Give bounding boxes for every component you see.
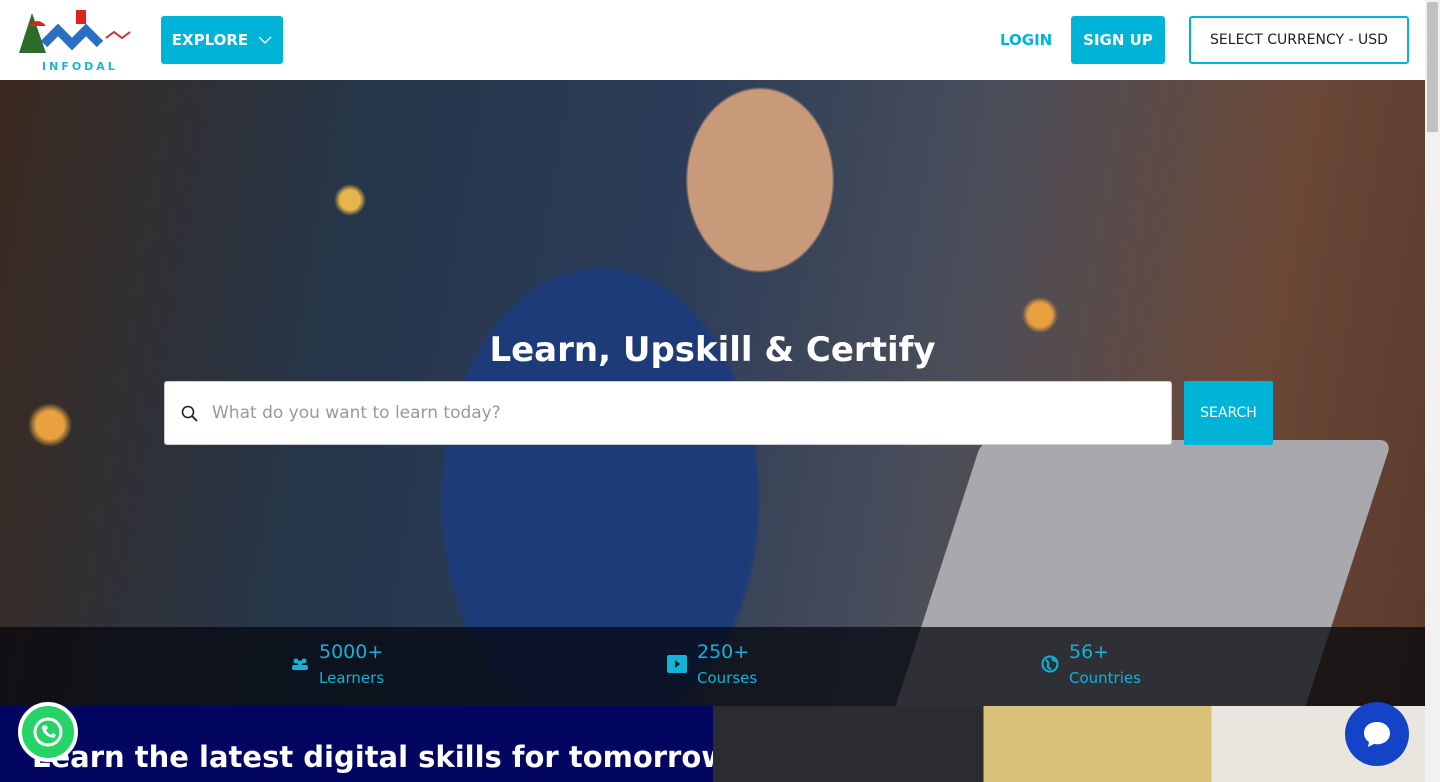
play-icon: [667, 655, 687, 673]
globe-icon: [1041, 655, 1059, 673]
stat-value: 56+: [1069, 641, 1110, 663]
logo-text: INFODAL: [42, 60, 118, 73]
hero-title: Learn, Upskill & Certify: [489, 330, 936, 370]
stat-value: 250+: [697, 641, 750, 663]
signup-button[interactable]: SIGN UP: [1071, 16, 1165, 64]
users-icon: [292, 658, 308, 670]
stat-courses: 250+ Courses: [667, 641, 757, 687]
chevron-down-icon: [258, 36, 272, 44]
header: INFODAL EXPLORE LOGIN SIGN UP SELECT CUR…: [0, 0, 1425, 80]
stat-countries: 56+ Countries: [1041, 641, 1141, 687]
scrollbar[interactable]: [1425, 0, 1440, 782]
scrollbar-thumb[interactable]: [1427, 2, 1438, 132]
login-link[interactable]: LOGIN: [1000, 31, 1052, 49]
chat-icon: [1364, 722, 1390, 747]
currency-select[interactable]: SELECT CURRENCY - USD: [1189, 16, 1409, 64]
stat-value: 5000+: [319, 641, 384, 663]
search-box: [164, 381, 1172, 445]
chat-button[interactable]: [1345, 702, 1409, 766]
intro-section: Learn the latest digital skills for tomo…: [0, 706, 754, 782]
hero-section: Learn, Upskill & Certify SEARCH 5000+ Lea…: [0, 80, 1425, 706]
stat-label: Countries: [1069, 669, 1141, 687]
whatsapp-button[interactable]: [18, 702, 78, 762]
search-input[interactable]: [212, 403, 1112, 423]
stat-label: Learners: [319, 669, 385, 687]
intro-image: [713, 706, 1425, 782]
search-button[interactable]: SEARCH: [1184, 381, 1273, 445]
whatsapp-icon: [33, 717, 63, 747]
search-icon: [181, 405, 198, 422]
stat-learners: 5000+ Learners: [291, 641, 384, 687]
section-heading: Learn the latest digital skills for tomo…: [32, 740, 755, 774]
stats-bar: 5000+ Learners 250+ Courses 56+ Countries: [0, 627, 1425, 706]
stat-label: Courses: [697, 669, 758, 687]
explore-label: EXPLORE: [171, 31, 249, 49]
logo[interactable]: INFODAL: [14, 8, 139, 74]
explore-button[interactable]: EXPLORE: [161, 16, 283, 64]
